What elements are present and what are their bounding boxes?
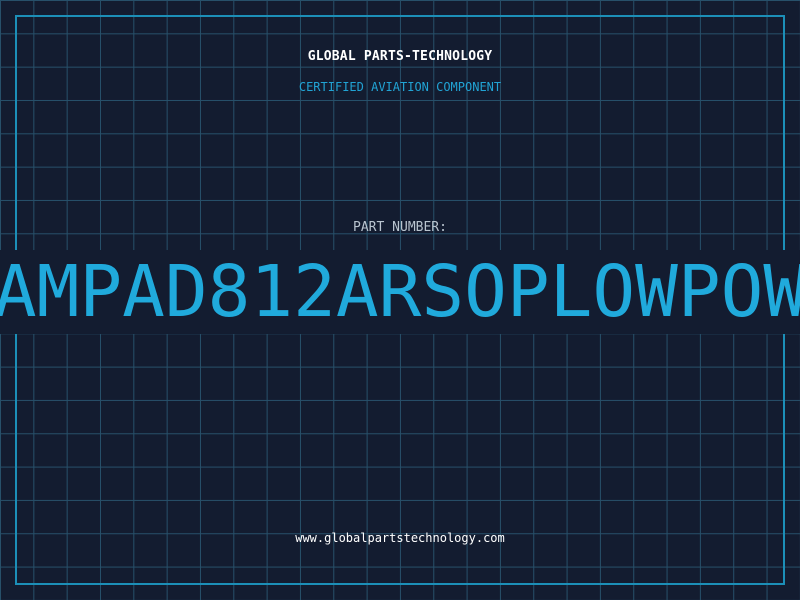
part-number-label: PART NUMBER: bbox=[353, 220, 447, 235]
website-url: www.globalpartstechnology.com bbox=[295, 531, 505, 545]
part-card: GLOBAL PARTS-TECHNOLOGY CERTIFIED AVIATI… bbox=[0, 0, 800, 600]
part-number-band: AMPAD812ARSOPLOWPOW bbox=[0, 250, 800, 334]
part-number-value: AMPAD812ARSOPLOWPOW bbox=[0, 250, 800, 333]
certification-tagline: CERTIFIED AVIATION COMPONENT bbox=[298, 80, 502, 94]
company-name: GLOBAL PARTS-TECHNOLOGY bbox=[307, 49, 493, 64]
